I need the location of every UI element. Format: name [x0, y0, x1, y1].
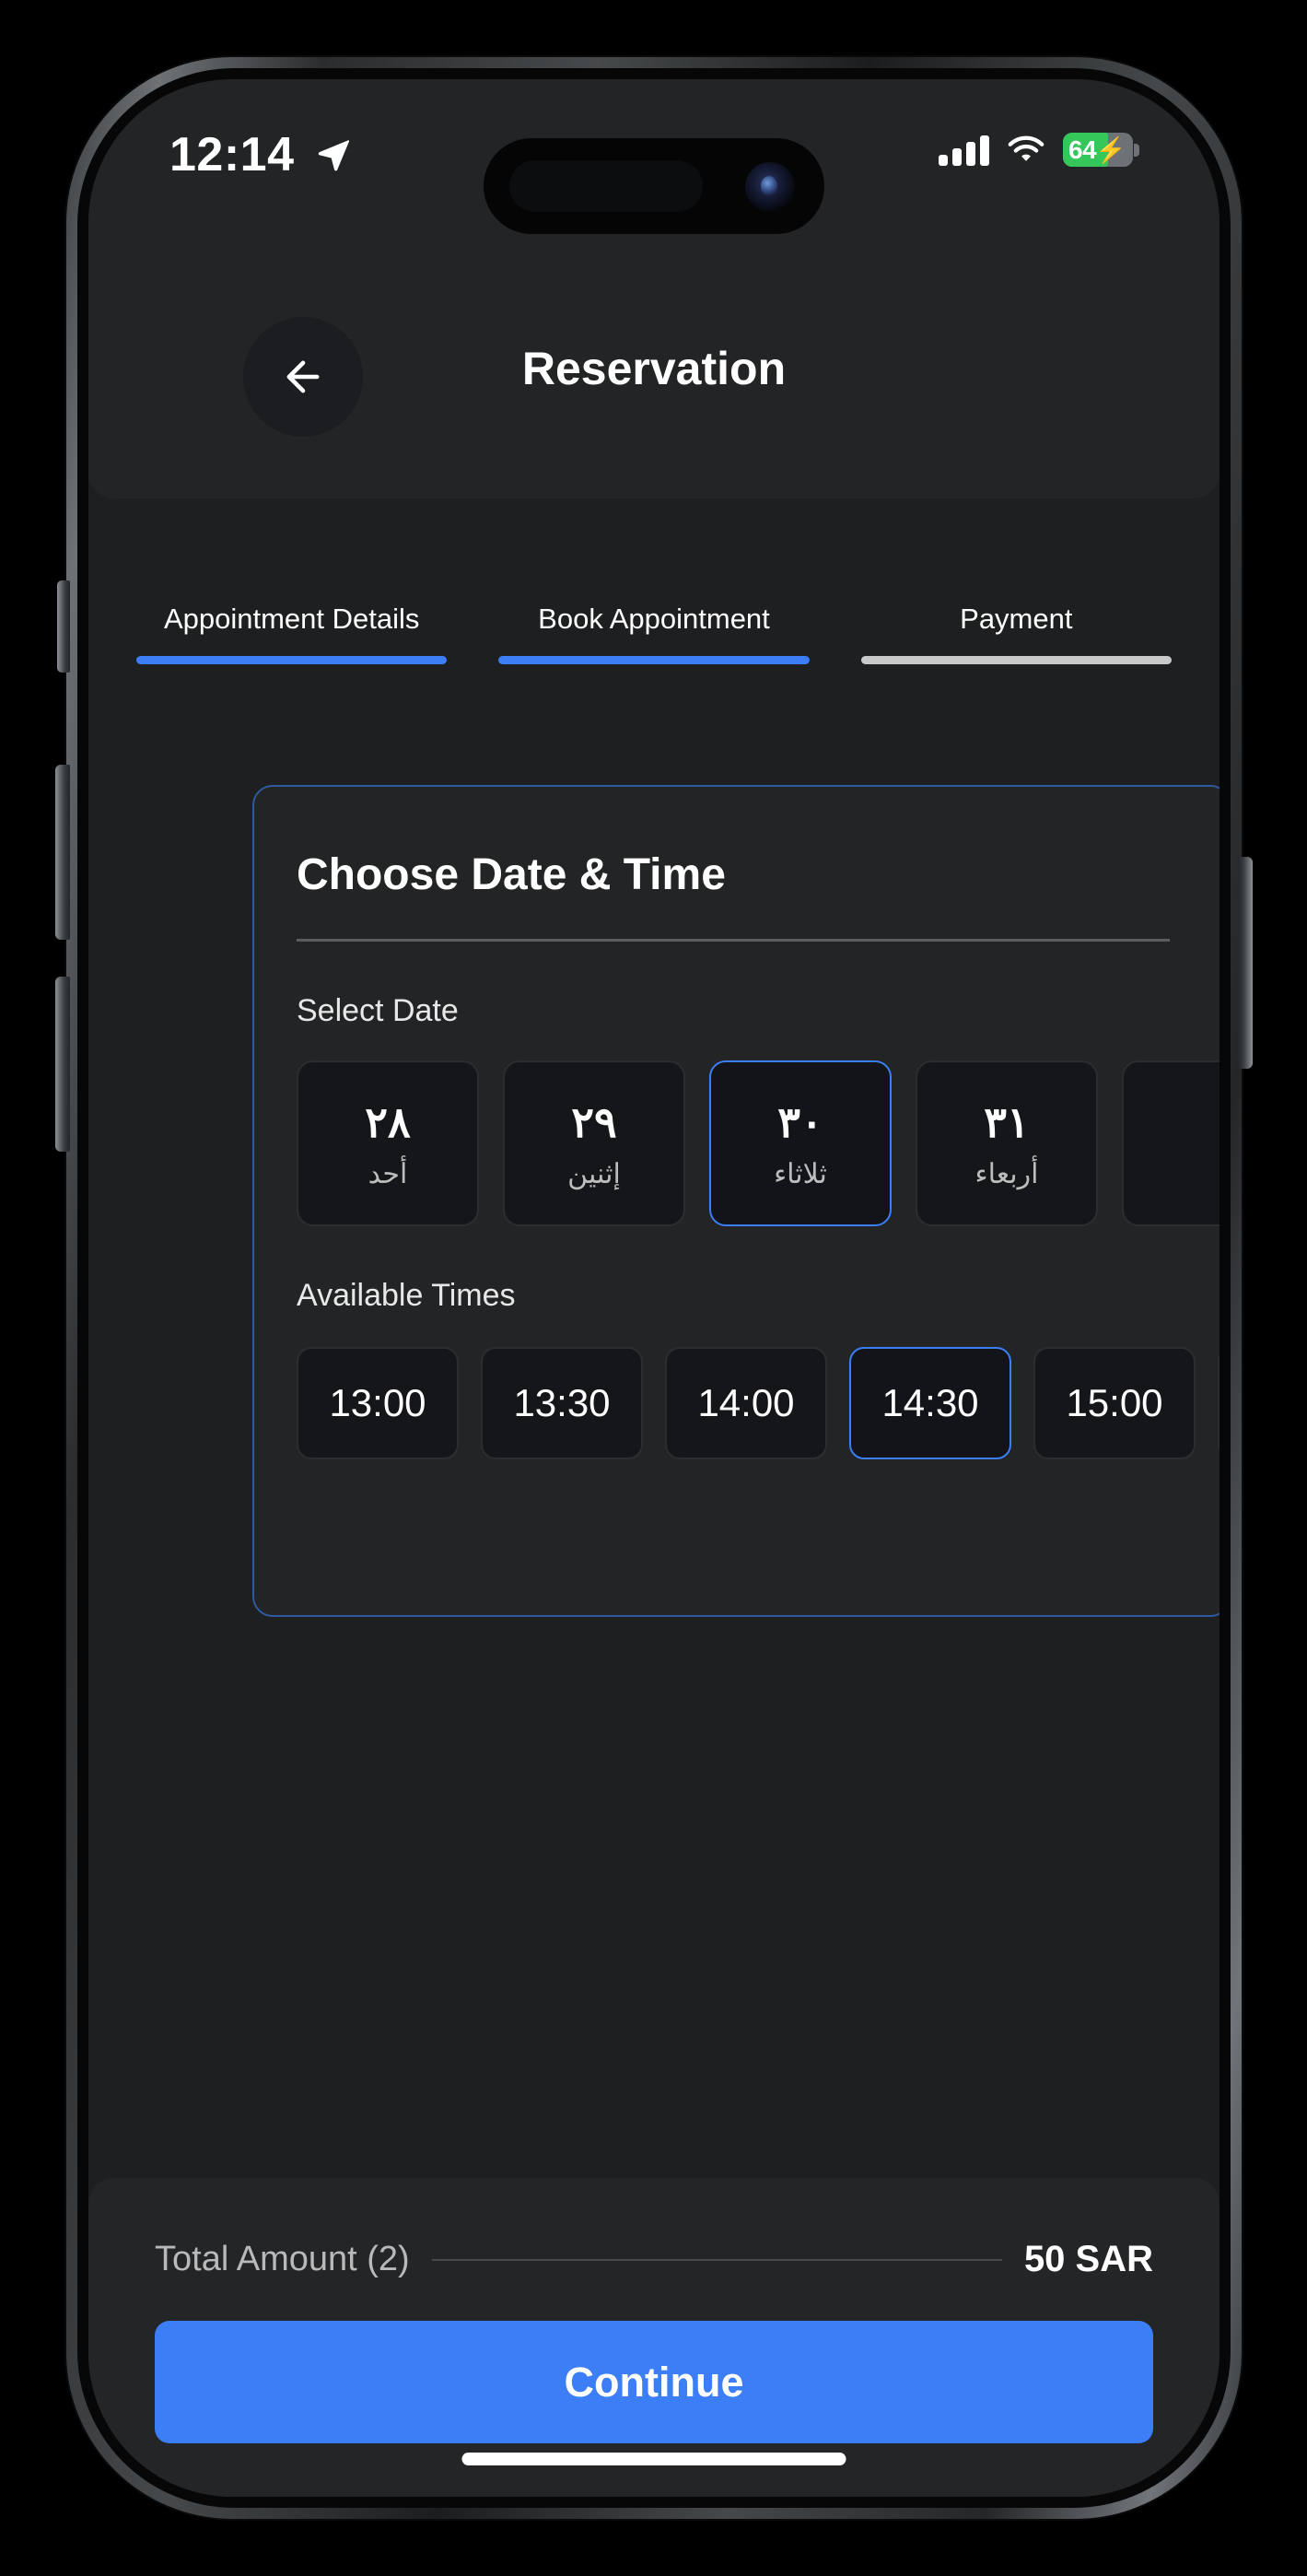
date-chip[interactable]: ٣١ أربعاء	[916, 1060, 1098, 1226]
date-chip-partial[interactable]	[1122, 1060, 1219, 1226]
tab-underline	[860, 656, 1172, 664]
tab-underline	[498, 656, 810, 664]
date-chip-selected[interactable]: ٣٠ ثلاثاء	[709, 1060, 892, 1226]
card-title: Choose Date & Time	[297, 850, 726, 899]
time-chip-label: 13:30	[513, 1381, 611, 1424]
stepper-tab-bar: Appointment Details Book Appointment Pay…	[88, 498, 1219, 664]
tab-payment[interactable]: Payment	[835, 498, 1197, 664]
date-chip-number: ٣٠	[777, 1097, 823, 1146]
total-amount-row: Total Amount (2) 50 SAR	[155, 2239, 1153, 2280]
continue-button-label: Continue	[564, 2358, 744, 2406]
time-chip[interactable]: 13:30	[481, 1347, 643, 1459]
time-chip[interactable]: 14:00	[665, 1347, 827, 1459]
volume-up-button[interactable]	[55, 765, 70, 940]
home-indicator[interactable]	[461, 2453, 846, 2465]
available-times-label: Available Times	[297, 1278, 516, 1313]
card-divider	[297, 939, 1170, 942]
date-chip-number: ٢٨	[365, 1097, 411, 1146]
time-chip-label: 14:00	[697, 1381, 795, 1424]
date-chip-weekday: ثلاثاء	[774, 1158, 827, 1189]
volume-down-button[interactable]	[55, 977, 70, 1152]
select-date-label: Select Date	[297, 993, 459, 1028]
date-chip-number: ٢٩	[571, 1097, 617, 1146]
silent-switch-button[interactable]	[57, 580, 70, 673]
power-button[interactable]	[1238, 857, 1253, 1069]
total-amount-label: Total Amount (2)	[155, 2240, 410, 2278]
tab-underline	[136, 656, 448, 664]
date-chip-weekday: إثنين	[567, 1158, 621, 1189]
date-chip-weekday: أحد	[368, 1158, 408, 1189]
date-chip-number: ٣١	[984, 1097, 1030, 1146]
time-chip-selected[interactable]: 14:30	[849, 1347, 1011, 1459]
time-chip-label: 13:00	[329, 1381, 426, 1424]
date-chip-weekday: أربعاء	[974, 1158, 1039, 1189]
date-chip[interactable]: ٢٩ إثنين	[503, 1060, 685, 1226]
time-chip-label: 15:00	[1066, 1381, 1163, 1424]
total-connector-line	[431, 2258, 1002, 2261]
tab-book-appointment[interactable]: Book Appointment	[473, 498, 834, 664]
total-amount-value: 50 SAR	[1023, 2239, 1153, 2279]
page-title: Reservation	[521, 343, 787, 394]
time-chip-row[interactable]: 13:00 13:30 14:00 14:30 15:00 15:30	[297, 1347, 1219, 1459]
dynamic-island-pill	[509, 160, 703, 212]
time-chip-label: 14:30	[881, 1381, 979, 1424]
time-chip[interactable]: 15:00	[1033, 1347, 1196, 1459]
time-chip-partial[interactable]: 15:30	[1218, 1347, 1219, 1459]
date-chip[interactable]: ٢٨ أحد	[297, 1060, 479, 1226]
tab-appointment-details[interactable]: Appointment Details	[111, 498, 473, 664]
tab-label: Payment	[960, 603, 1073, 635]
date-chip-row[interactable]: ٢٨ أحد ٢٩ إثنين ٣٠ ثلاثاء ٣١ أربعاء	[297, 1060, 1219, 1226]
tab-label: Book Appointment	[538, 603, 770, 635]
phone-screen: Reservation 12:14 64 ⚡ Appointment Detai…	[88, 79, 1219, 2497]
front-camera-icon	[745, 162, 795, 212]
choose-date-time-card: Choose Date & Time Select Date ٢٨ أحد ٢٩…	[252, 785, 1219, 1617]
time-chip[interactable]: 13:00	[297, 1347, 459, 1459]
dynamic-island	[484, 138, 824, 234]
bottom-action-bar: Total Amount (2) 50 SAR Continue	[88, 2178, 1219, 2497]
tab-label: Appointment Details	[163, 603, 420, 635]
continue-button[interactable]: Continue	[155, 2321, 1153, 2443]
